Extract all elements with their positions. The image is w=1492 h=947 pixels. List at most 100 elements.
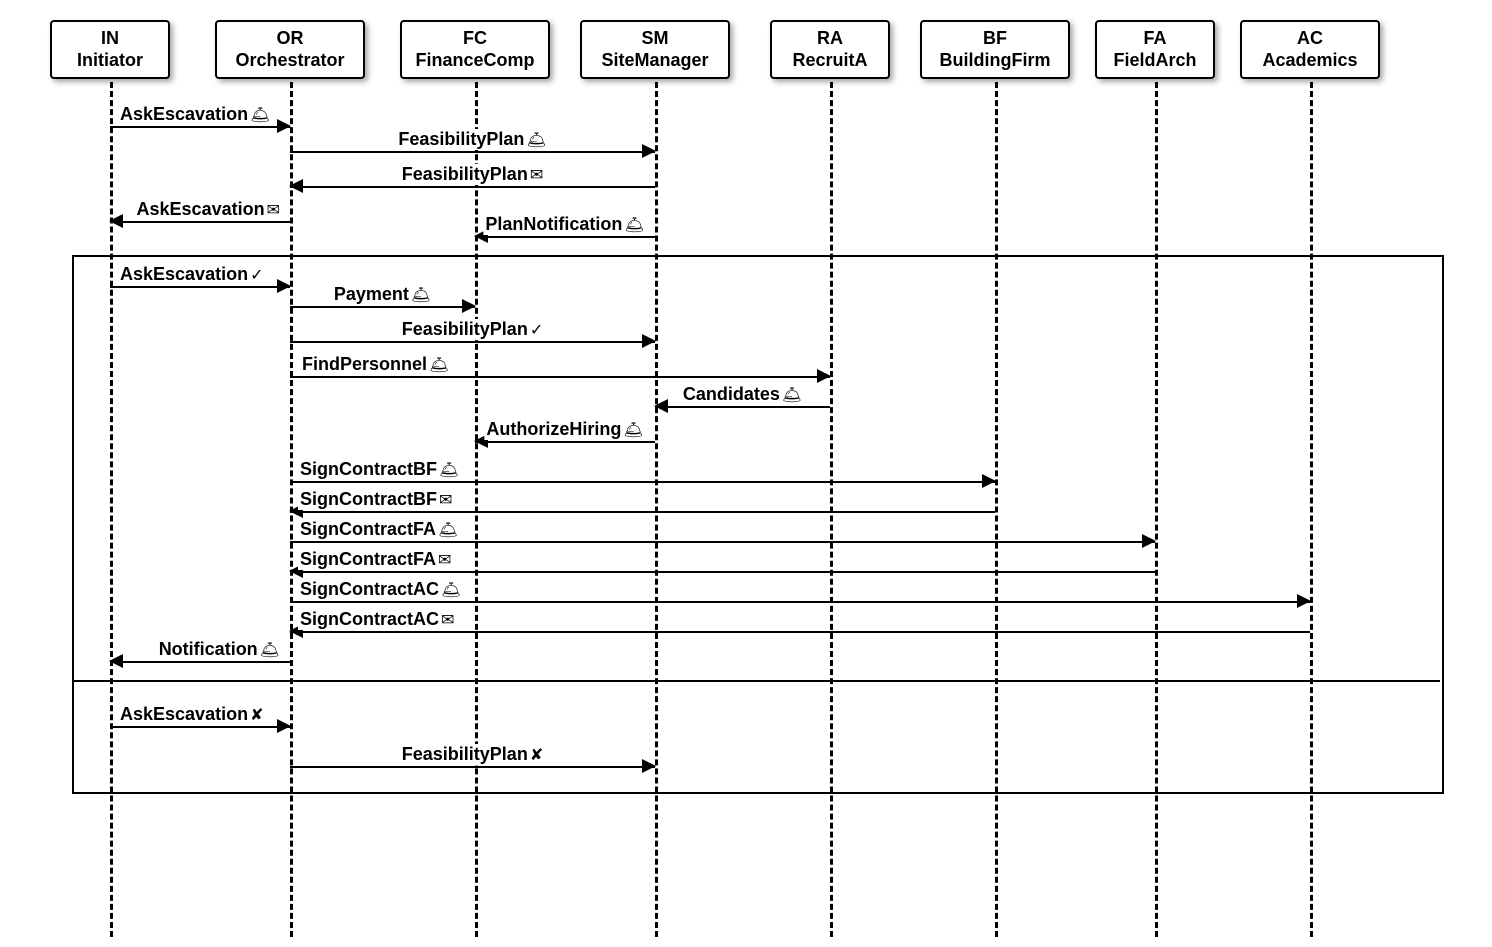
message-signcontractfa: SignContractFA✉ [290,555,1155,579]
message-label: AuthorizeHiring🛎 [484,419,645,440]
participant-code: RA [782,28,878,50]
bell-icon: 🛎 [248,107,270,124]
arrow-icon [277,119,291,133]
arrow-icon [982,474,996,488]
arrow-icon [642,759,656,773]
bell-icon: 🛎 [258,642,280,659]
message-label: AskEscavation🛎 [118,104,272,125]
participant-name: Orchestrator [227,50,353,72]
mail-icon: ✉ [437,492,452,509]
arrow-icon [654,399,668,413]
participant-code: SM [592,28,718,50]
message-label: FeasibilityPlan🛎 [396,129,548,150]
participant-code: BF [932,28,1058,50]
bell-icon: 🛎 [621,422,643,439]
message-label: AskEscavation✓ [118,264,265,285]
cross-icon: ✘ [528,747,543,764]
message-label: FeasibilityPlan✉ [400,164,545,185]
sequence-diagram: INInitiator OROrchestrator FCFinanceComp SM… [10,10,1482,937]
participant-name: RecruitA [782,50,878,72]
message-plannotification: PlanNotification🛎 [475,220,655,244]
participant-bf: BFBuildingFirm [920,20,1070,79]
arrow-icon [277,719,291,733]
participant-in: INInitiator [50,20,170,79]
message-label: FeasibilityPlan✓ [400,319,545,340]
bell-icon: 🛎 [439,582,461,599]
bell-icon: 🛎 [622,217,644,234]
arrow-icon [289,179,303,193]
arrow-icon [817,369,831,383]
participant-fa: FAFieldArch [1095,20,1215,79]
participant-or: OROrchestrator [215,20,365,79]
message-label: Candidates🛎 [681,384,804,405]
message-signcontractac: SignContractAC🛎 [290,585,1310,609]
message-label: SignContractBF🛎 [298,459,461,480]
bell-icon: 🛎 [437,462,459,479]
message-feasibilityplan: FeasibilityPlan✘ [290,750,655,774]
participant-name: Academics [1252,50,1368,72]
message-askescavation: AskEscavation✘ [110,710,290,734]
check-icon: ✓ [528,322,543,339]
message-label: SignContractFA✉ [298,549,453,570]
participant-name: FieldArch [1107,50,1203,72]
arrow-icon [277,279,291,293]
message-payment: Payment🛎 [290,290,475,314]
message-label: SignContractAC🛎 [298,579,463,600]
message-label: Payment🛎 [332,284,433,305]
participant-code: IN [62,28,158,50]
arrow-icon [109,214,123,228]
message-candidates: Candidates🛎 [655,390,830,414]
bell-icon: 🛎 [427,357,449,374]
check-icon: ✓ [248,267,263,284]
bell-icon: 🛎 [436,522,458,539]
message-label: PlanNotification🛎 [483,214,646,235]
cross-icon: ✘ [248,707,263,724]
message-label: AskEscavation✉ [135,199,282,220]
arrow-icon [1142,534,1156,548]
participant-ra: RARecruitA [770,20,890,79]
message-feasibilityplan: FeasibilityPlan✓ [290,325,655,349]
message-signcontractbf: SignContractBF🛎 [290,465,995,489]
participant-ac: ACAcademics [1240,20,1380,79]
participant-name: Initiator [62,50,158,72]
message-askescavation: AskEscavation✓ [110,270,290,294]
participant-code: FC [412,28,538,50]
message-signcontractac: SignContractAC✉ [290,615,1310,639]
message-signcontractbf: SignContractBF✉ [290,495,995,519]
participant-fc: FCFinanceComp [400,20,550,79]
message-authorizehiring: AuthorizeHiring🛎 [475,425,655,449]
message-label: FindPersonnel🛎 [300,354,451,375]
message-label: AskEscavation✘ [118,704,265,725]
bell-icon: 🛎 [780,387,802,404]
participant-name: FinanceComp [412,50,538,72]
arrow-icon [109,654,123,668]
message-label: FeasibilityPlan✘ [400,744,545,765]
participant-sm: SMSiteManager [580,20,730,79]
mail-icon: ✉ [439,612,454,629]
participant-code: OR [227,28,353,50]
message-signcontractfa: SignContractFA🛎 [290,525,1155,549]
arrow-icon [462,299,476,313]
message-label: SignContractBF✉ [298,489,454,510]
mail-icon: ✉ [436,552,451,569]
message-label: SignContractAC✉ [298,609,456,630]
mail-icon: ✉ [265,202,280,219]
participant-name: BuildingFirm [932,50,1058,72]
mail-icon: ✉ [528,167,543,184]
participant-name: SiteManager [592,50,718,72]
message-label: SignContractFA🛎 [298,519,460,540]
arrow-icon [642,334,656,348]
message-askescavation: AskEscavation✉ [110,205,290,229]
arrow-icon [642,144,656,158]
message-askescavation: AskEscavation🛎 [110,110,290,134]
alt-divider [72,680,1440,682]
message-notification: Notification🛎 [110,645,290,669]
participant-code: FA [1107,28,1203,50]
message-feasibilityplan: FeasibilityPlan🛎 [290,135,655,159]
participant-code: AC [1252,28,1368,50]
bell-icon: 🛎 [524,132,546,149]
arrow-icon [1297,594,1311,608]
message-feasibilityplan: FeasibilityPlan✉ [290,170,655,194]
message-findpersonnel: FindPersonnel🛎 [290,360,830,384]
bell-icon: 🛎 [409,287,431,304]
